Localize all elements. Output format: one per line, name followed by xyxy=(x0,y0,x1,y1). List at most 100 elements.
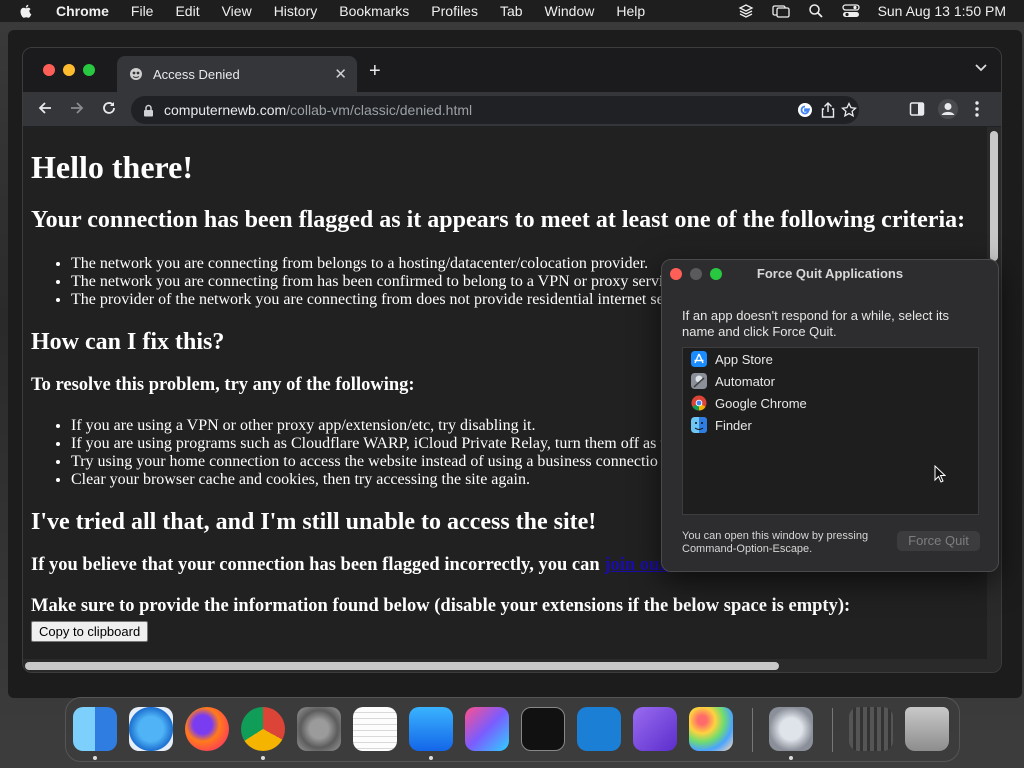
mouse-cursor-icon xyxy=(934,465,946,483)
downloads-stack-dock-icon[interactable] xyxy=(849,707,893,751)
screen-mirroring-icon[interactable] xyxy=(771,3,790,19)
safari-dock-icon[interactable] xyxy=(129,707,173,751)
menu-bookmarks[interactable]: Bookmarks xyxy=(339,3,409,19)
computernewb-favicon-icon xyxy=(130,68,142,80)
force-quit-description: If an app doesn't respond for a while, s… xyxy=(682,308,949,339)
horizontal-scroll-thumb[interactable] xyxy=(25,662,779,670)
copy-to-clipboard-button[interactable]: Copy to clipboard xyxy=(31,621,149,642)
window-minimize-button[interactable] xyxy=(63,64,75,76)
finder-dock-icon[interactable] xyxy=(73,707,117,751)
visual-studio-dock-icon[interactable] xyxy=(633,707,677,751)
tab-close-icon[interactable]: ✕ xyxy=(334,65,347,83)
chrome-running-indicator xyxy=(261,756,265,760)
trash-dock-icon[interactable] xyxy=(905,707,949,751)
info-heading: Make sure to provide the information fou… xyxy=(31,596,851,616)
criteria-list: The network you are connecting from belo… xyxy=(71,255,664,309)
app-store-running-indicator xyxy=(429,756,433,760)
textedit-dock-icon[interactable] xyxy=(353,707,397,751)
share-icon[interactable] xyxy=(821,102,835,118)
finder-running-indicator xyxy=(93,756,97,760)
chrome-dock-icon[interactable] xyxy=(241,707,285,751)
app-list[interactable]: App Store Automator Google Chrome Finder xyxy=(682,347,979,515)
automator-icon xyxy=(691,373,707,389)
menubar-clock[interactable]: Sun Aug 13 1:50 PM xyxy=(878,3,1006,19)
tried-heading: I've tried all that, and I'm still unabl… xyxy=(31,509,597,535)
profile-avatar-icon[interactable] xyxy=(937,98,959,120)
app-store-dock-icon[interactable] xyxy=(409,707,453,751)
force-quit-window: Force Quit Applications If an app doesn'… xyxy=(661,259,999,572)
force-quit-title: Force Quit Applications xyxy=(756,266,904,281)
app-list-item-finder[interactable]: Finder xyxy=(683,414,978,436)
browser-toolbar: computernewb.com/collab-vm/classic/denie… xyxy=(23,92,1001,126)
incorrect-text: If you believe that your connection has … xyxy=(31,555,600,575)
bookmark-star-icon[interactable] xyxy=(841,102,857,118)
criteria-item: The network you are connecting from has … xyxy=(71,273,664,291)
reload-icon[interactable] xyxy=(101,100,117,116)
lock-icon[interactable] xyxy=(143,104,154,117)
menu-app-name[interactable]: Chrome xyxy=(56,3,109,19)
shortcuts-dock-icon[interactable] xyxy=(465,707,509,751)
layers-icon[interactable] xyxy=(738,3,754,19)
window-zoom-button[interactable] xyxy=(83,64,95,76)
menu-view[interactable]: View xyxy=(222,3,252,19)
fix-heading: How can I fix this? xyxy=(31,329,225,355)
vscode-dock-icon[interactable] xyxy=(577,707,621,751)
launchpad-dock-icon[interactable] xyxy=(689,707,733,751)
fix-item: Try using your home connection to access… xyxy=(71,453,665,471)
apple-icon[interactable] xyxy=(18,3,34,19)
chrome-menu-icon[interactable] xyxy=(975,101,979,117)
tab-access-denied[interactable]: Access Denied ✕ xyxy=(117,56,357,92)
criteria-item: The network you are connecting from belo… xyxy=(71,255,664,273)
menu-file[interactable]: File xyxy=(131,3,154,19)
app-list-item-automator[interactable]: Automator xyxy=(683,370,978,392)
firefox-dock-icon[interactable] xyxy=(185,707,229,751)
back-arrow-icon[interactable] xyxy=(37,100,53,116)
chrome-icon xyxy=(691,395,707,411)
menu-profiles[interactable]: Profiles xyxy=(431,3,478,19)
page-heading: Hello there! xyxy=(31,149,194,185)
forward-arrow-icon[interactable] xyxy=(69,100,85,116)
dock-separator xyxy=(752,708,753,752)
menu-help[interactable]: Help xyxy=(616,3,645,19)
system-settings-dock-icon[interactable] xyxy=(297,707,341,751)
tab-search-chevron-icon[interactable] xyxy=(975,64,987,72)
vertical-scroll-thumb[interactable] xyxy=(990,131,998,261)
automator-dock-icon[interactable] xyxy=(769,707,813,751)
resolve-heading: To resolve this problem, try any of the … xyxy=(31,375,415,395)
menu-bar: Chrome File Edit View History Bookmarks … xyxy=(0,0,1024,22)
force-quit-hint: You can open this window by pressing Com… xyxy=(682,530,869,555)
spotlight-search-icon[interactable] xyxy=(808,3,824,19)
control-center-icon[interactable] xyxy=(841,3,860,19)
fix-item: If you are using programs such as Cloudf… xyxy=(71,435,665,453)
criteria-item: The provider of the network you are conn… xyxy=(71,291,664,309)
dock-separator xyxy=(832,708,833,752)
horizontal-scrollbar[interactable] xyxy=(23,659,1001,672)
app-list-item-app-store[interactable]: App Store xyxy=(683,348,978,370)
tab-strip: Access Denied ✕ + xyxy=(23,48,1001,92)
flagged-heading: Your connection has been flagged as it a… xyxy=(31,207,966,233)
menu-edit[interactable]: Edit xyxy=(175,3,199,19)
automator-running-indicator xyxy=(789,756,793,760)
menu-tab[interactable]: Tab xyxy=(500,3,523,19)
menu-history[interactable]: History xyxy=(274,3,318,19)
tab-title: Access Denied xyxy=(153,66,240,82)
url-path: /collab-vm/classic/denied.html xyxy=(286,102,473,118)
app-list-item-google-chrome[interactable]: Google Chrome xyxy=(683,392,978,414)
address-bar[interactable]: computernewb.com/collab-vm/classic/denie… xyxy=(131,96,859,124)
force-quit-button[interactable]: Force Quit xyxy=(897,531,980,551)
app-store-icon xyxy=(691,351,707,367)
fix-item: If you are using a VPN or other proxy ap… xyxy=(71,417,665,435)
force-quit-titlebar[interactable]: Force Quit Applications xyxy=(662,260,998,288)
terminal-dock-icon[interactable] xyxy=(521,707,565,751)
side-panel-icon[interactable] xyxy=(909,101,925,117)
menu-window[interactable]: Window xyxy=(545,3,595,19)
new-tab-icon[interactable]: + xyxy=(369,60,381,83)
google-lens-icon[interactable] xyxy=(797,102,813,118)
fix-item: Clear your browser cache and cookies, th… xyxy=(71,471,665,489)
app-name: Automator xyxy=(715,373,775,389)
app-name: App Store xyxy=(715,351,773,367)
fixes-list: If you are using a VPN or other proxy ap… xyxy=(71,417,665,489)
window-close-button[interactable] xyxy=(43,64,55,76)
finder-icon xyxy=(691,417,707,433)
app-name: Google Chrome xyxy=(715,395,807,411)
